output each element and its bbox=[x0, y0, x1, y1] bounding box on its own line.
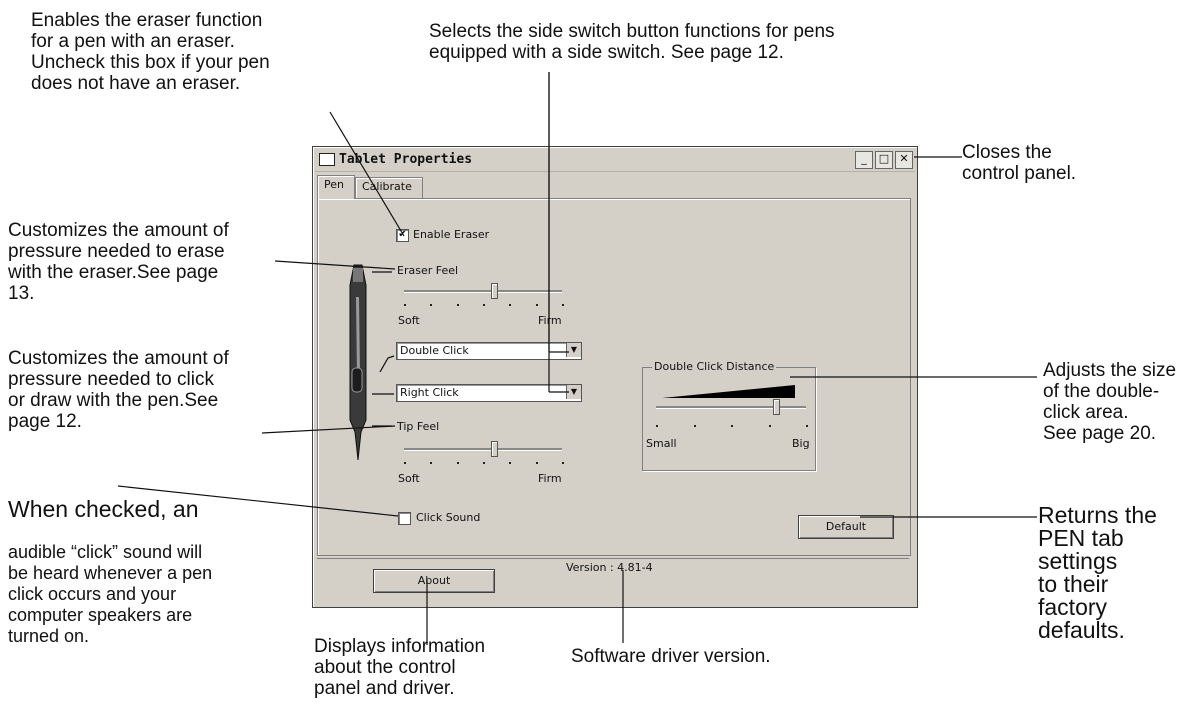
tab-pen[interactable]: Pen bbox=[317, 175, 355, 199]
pen-icon bbox=[349, 264, 367, 461]
